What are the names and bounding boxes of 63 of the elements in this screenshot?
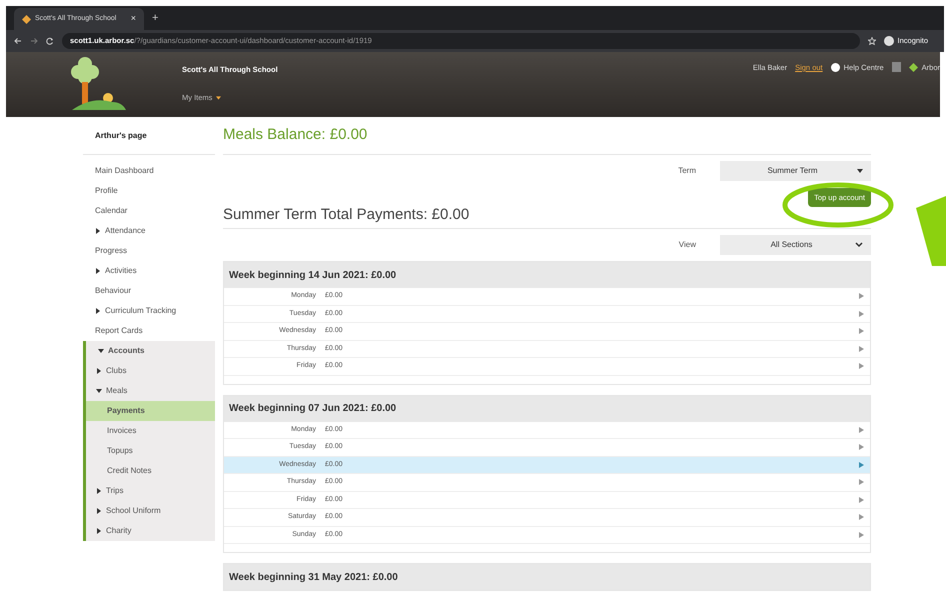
- sidebar-item[interactable]: Payments: [86, 401, 215, 421]
- view-label: View: [678, 239, 696, 251]
- tab-favicon-icon: [22, 14, 31, 24]
- week-header: Week beginning 31 May 2021: £0.00: [224, 564, 870, 590]
- caret-right-icon: [859, 363, 864, 370]
- star-icon[interactable]: [868, 37, 876, 45]
- sidebar-item[interactable]: Activities: [83, 261, 215, 281]
- caret-right-icon: [859, 479, 864, 486]
- sidebar-item[interactable]: Trips: [86, 481, 215, 501]
- caret-right-icon: [859, 346, 864, 352]
- caret-right-icon: [95, 228, 101, 234]
- pointer-arrow: [916, 196, 946, 266]
- sidebar-item[interactable]: Report Cards: [83, 321, 215, 341]
- sidebar-item[interactable]: Behaviour: [83, 281, 215, 301]
- caret-right-icon: [96, 508, 102, 514]
- balance-title: Meals Balance: £0.00: [223, 117, 871, 155]
- forward-icon[interactable]: [30, 37, 38, 45]
- sidebar-item[interactable]: Credit Notes: [86, 461, 215, 481]
- caret-right-icon: [95, 308, 101, 314]
- sidebar-item[interactable]: Accounts: [86, 341, 215, 361]
- caret-right-icon: [96, 528, 102, 534]
- tab-close-button[interactable]: ×: [130, 12, 136, 26]
- sidebar-item[interactable]: Topups: [86, 441, 215, 461]
- new-tab-button[interactable]: +: [152, 10, 158, 26]
- total-title: Summer Term Total Payments: £0.00: [223, 207, 871, 229]
- sidebar-item[interactable]: Profile: [83, 181, 215, 201]
- caret-right-icon: [859, 462, 864, 468]
- sidebar-item[interactable]: Clubs: [86, 361, 215, 381]
- back-icon[interactable]: [14, 37, 22, 45]
- term-label: Term: [678, 165, 696, 177]
- sidebar-item[interactable]: Progress: [83, 241, 215, 261]
- caret-right-icon: [859, 444, 864, 450]
- caret-down-icon: [98, 348, 104, 354]
- sidebar-title: Arthur's page: [83, 117, 215, 155]
- caret-down-icon: [216, 96, 222, 100]
- sidebar-item[interactable]: Attendance: [83, 221, 215, 241]
- caret-right-icon: [95, 268, 101, 274]
- notification-icon[interactable]: [892, 62, 901, 72]
- caret-right-icon: [859, 328, 864, 334]
- week-header: Week beginning 14 Jun 2021: £0.00: [224, 262, 870, 288]
- caret-down-icon: [96, 388, 102, 394]
- chevron-down-icon: [855, 242, 863, 248]
- caret-right-icon: [859, 532, 864, 538]
- caret-right-icon: [859, 310, 864, 317]
- sidebar-item[interactable]: Main Dashboard: [83, 161, 215, 181]
- caret-right-icon: [96, 488, 102, 494]
- sidebar-item[interactable]: Curriculum Tracking: [83, 301, 215, 321]
- caret-right-icon: [859, 496, 864, 503]
- caret-down-icon: [857, 168, 863, 174]
- sidebar-item[interactable]: School Uniform: [86, 501, 215, 521]
- view-select[interactable]: All Sections: [720, 235, 871, 255]
- caret-right-icon: [96, 368, 102, 374]
- sidebar-item[interactable]: Meals: [86, 381, 215, 401]
- reload-icon[interactable]: [46, 37, 54, 45]
- sidebar-item[interactable]: Invoices: [86, 421, 215, 441]
- brand-logo-icon: [908, 63, 918, 72]
- caret-right-icon: [859, 426, 864, 433]
- caret-right-icon: [859, 293, 864, 300]
- term-select[interactable]: Summer Term: [720, 161, 871, 181]
- week-header: Week beginning 07 Jun 2021: £0.00: [224, 396, 870, 422]
- sidebar-item[interactable]: Charity: [86, 521, 215, 541]
- sidebar-item[interactable]: Calendar: [83, 201, 215, 221]
- caret-right-icon: [859, 514, 864, 520]
